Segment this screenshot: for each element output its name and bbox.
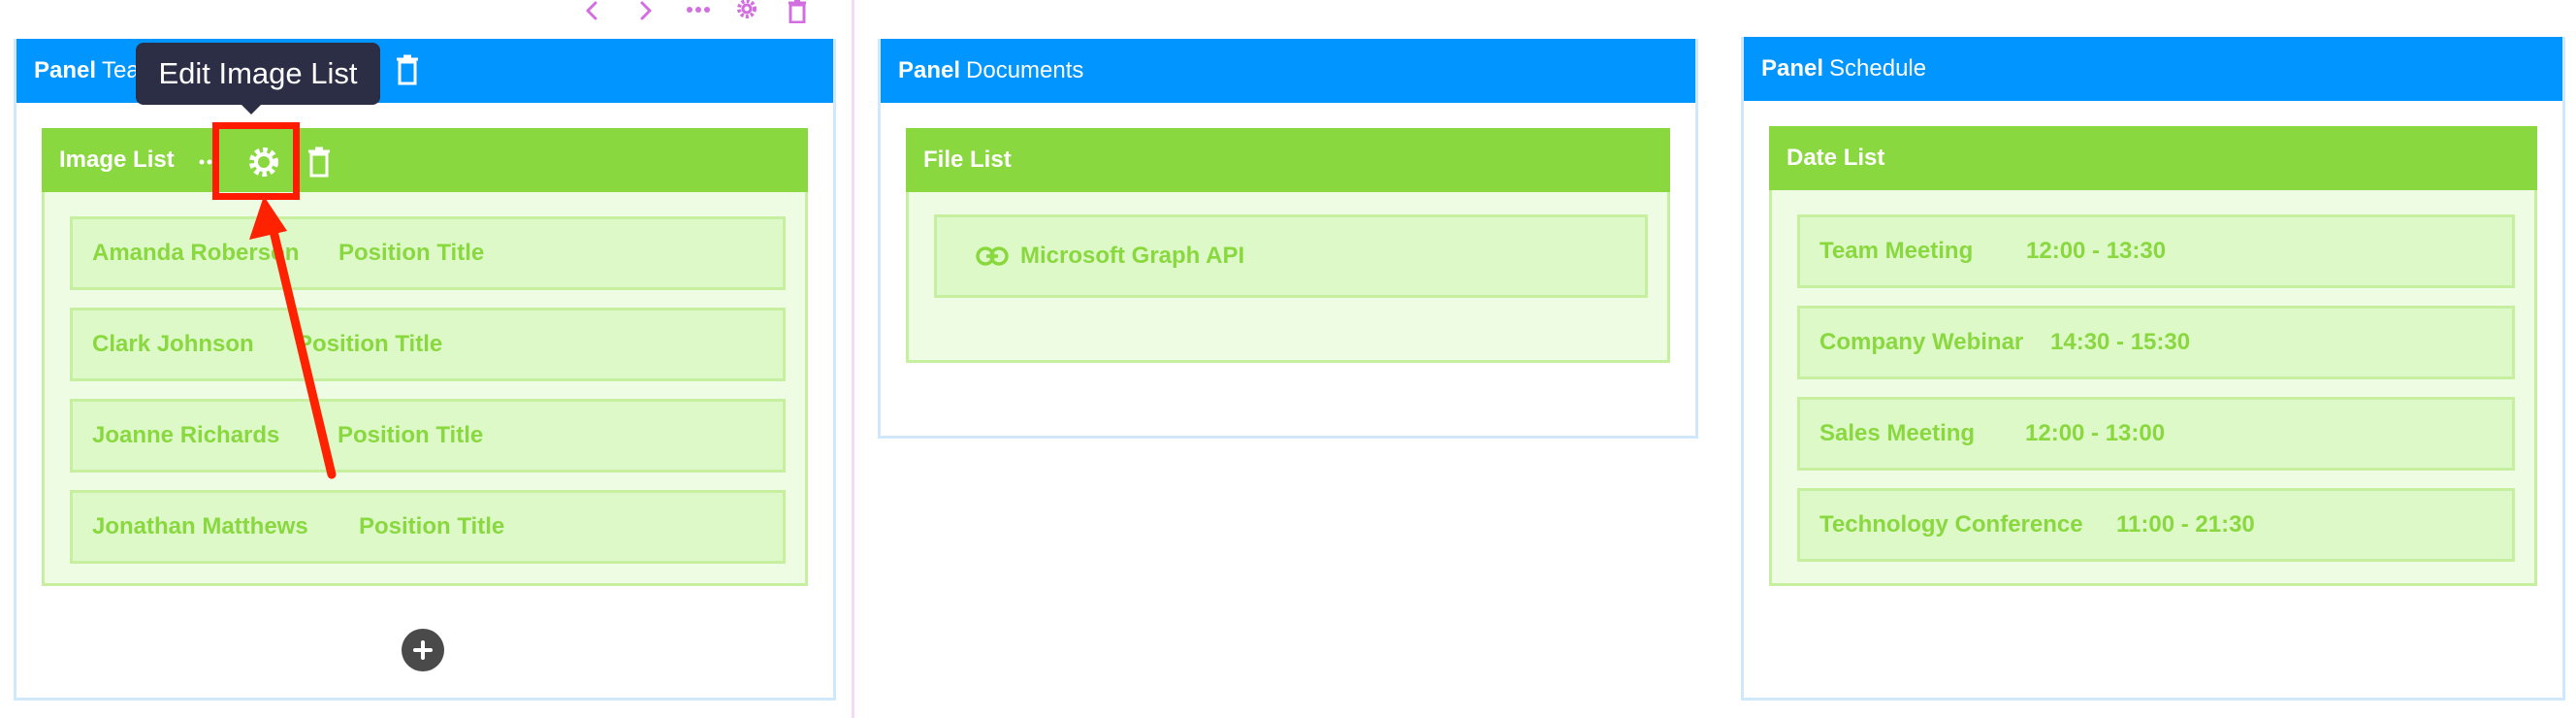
annotation-arrow (249, 196, 337, 479)
